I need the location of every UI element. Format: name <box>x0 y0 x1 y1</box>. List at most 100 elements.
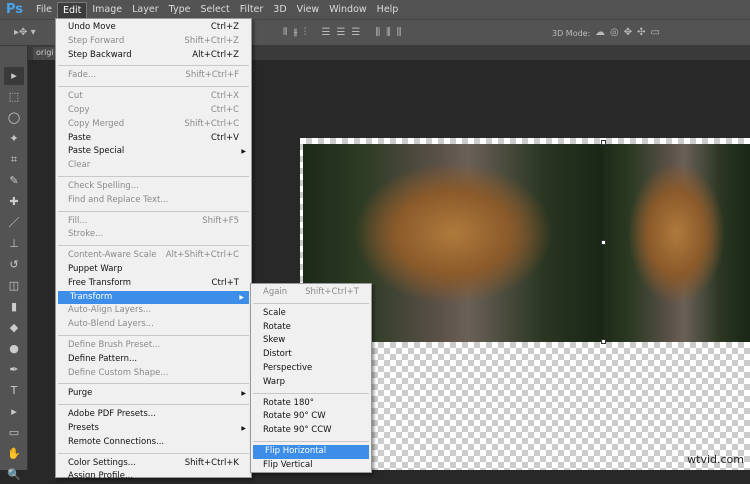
menu-item-puppet-warp[interactable]: Puppet Warp <box>56 263 251 277</box>
image-layer-duplicate[interactable] <box>603 144 750 342</box>
menu-item-adobe-pdf-presets[interactable]: Adobe PDF Presets... <box>56 408 251 422</box>
menu-item-label: Free Transform <box>68 277 132 288</box>
transform-handle[interactable] <box>601 140 606 145</box>
eyedropper-tool-icon[interactable]: ✎ <box>4 172 24 190</box>
menu-item-paste-special[interactable]: Paste Special ▶ <box>56 145 251 159</box>
menu-item-label: Assign Profile... <box>68 471 134 482</box>
menu-item-define-brush-preset: Define Brush Preset... <box>56 339 251 353</box>
menu-item-label: Flip Vertical <box>263 459 313 470</box>
menu-item-label: Rotate 90° CW <box>263 411 326 422</box>
menu-item-label: Rotate 90° CCW <box>263 425 332 436</box>
menu-view[interactable]: View <box>292 2 325 18</box>
menu-item-presets[interactable]: Presets ▶ <box>56 422 251 436</box>
magic-wand-tool-icon[interactable]: ✦ <box>4 130 24 148</box>
menu-filter[interactable]: Filter <box>235 2 269 18</box>
menu-item-label: Check Spelling... <box>68 180 139 191</box>
menu-item-cut: Cut Ctrl+X <box>56 90 251 104</box>
3d-mode-icons[interactable]: ☁◎✥✣▭ <box>595 27 665 38</box>
menu-item-label: Paste Special <box>68 146 125 157</box>
dodge-tool-icon[interactable]: ● <box>4 340 24 358</box>
menu-separator <box>253 302 369 304</box>
menu-item-perspective[interactable]: Perspective <box>251 362 371 376</box>
menu-window[interactable]: Window <box>324 2 371 18</box>
menu-item-paste[interactable]: Paste Ctrl+V <box>56 132 251 146</box>
menu-item-rotate[interactable]: Rotate <box>251 321 371 335</box>
menu-item-label: Step Backward <box>68 49 132 60</box>
menu-item-distort[interactable]: Distort <box>251 348 371 362</box>
menu-layer[interactable]: Layer <box>127 2 164 18</box>
healing-brush-tool-icon[interactable]: ✚ <box>4 193 24 211</box>
menu-item-again: Again Shift+Ctrl+T <box>251 286 371 300</box>
menu-separator <box>58 334 249 336</box>
menu-image[interactable]: Image <box>87 2 127 18</box>
menu-item-label: Rotate 180° <box>263 397 315 408</box>
move-tool-icon[interactable]: ▸ <box>4 67 24 85</box>
menu-item-label: Scale <box>263 307 286 318</box>
menu-item-label: Define Brush Preset... <box>68 339 161 350</box>
menu-item-find-and-replace-text: Find and Replace Text... <box>56 194 251 208</box>
menu-item-flip-vertical[interactable]: Flip Vertical <box>251 459 371 473</box>
menu-item-color-settings[interactable]: Color Settings... Shift+Ctrl+K <box>56 457 251 471</box>
clone-stamp-tool-icon[interactable]: ⊥ <box>4 235 24 253</box>
menu-item-clear: Clear <box>56 159 251 173</box>
menu-item-label: Content-Aware Scale <box>68 250 157 261</box>
marquee-tool-icon[interactable]: ⬚ <box>4 88 24 106</box>
menu-item-shortcut: Ctrl+V <box>210 132 239 143</box>
menu-item-undo-move[interactable]: Undo Move Ctrl+Z <box>56 21 251 35</box>
pen-tool-icon[interactable]: ✒ <box>4 361 24 379</box>
blur-tool-icon[interactable]: ◆ <box>4 319 24 337</box>
menu-item-purge[interactable]: Purge ▶ <box>56 387 251 401</box>
menu-item-label: Define Pattern... <box>68 353 138 364</box>
history-brush-tool-icon[interactable]: ↺ <box>4 256 24 274</box>
menu-item-label: Perspective <box>263 362 313 373</box>
lasso-tool-icon[interactable]: ◯ <box>4 109 24 127</box>
photoshop-logo: Ps <box>6 2 24 17</box>
menu-item-step-backward[interactable]: Step Backward Alt+Ctrl+Z <box>56 49 251 63</box>
menu-item-label: Paste <box>68 132 91 143</box>
type-tool-icon[interactable]: T <box>4 382 24 400</box>
menu-item-assign-profile[interactable]: Assign Profile... <box>56 470 251 484</box>
menu-item-scale[interactable]: Scale <box>251 307 371 321</box>
menu-item-warp[interactable]: Warp <box>251 376 371 390</box>
menu-3d[interactable]: 3D <box>268 2 291 18</box>
menu-item-label: Puppet Warp <box>68 263 123 274</box>
zoom-tool-icon[interactable]: 🔍 <box>4 466 24 484</box>
menu-item-rotate-90-ccw[interactable]: Rotate 90° CCW <box>251 424 371 438</box>
menu-item-remote-connections[interactable]: Remote Connections... <box>56 436 251 450</box>
menu-item-transform[interactable]: Transform ▶ <box>58 290 249 305</box>
menu-item-shortcut: Shift+F5 <box>202 215 239 226</box>
shape-tool-icon[interactable]: ▭ <box>4 424 24 442</box>
menu-item-rotate-180[interactable]: Rotate 180° <box>251 397 371 411</box>
crop-tool-icon[interactable]: ⌗ <box>4 151 24 169</box>
brush-tool-icon[interactable]: ／ <box>4 214 24 232</box>
menu-item-rotate-90-cw[interactable]: Rotate 90° CW <box>251 410 371 424</box>
menu-item-label: Transform <box>70 291 113 302</box>
tools-panel: ▸ ⬚ ◯ ✦ ⌗ ✎ ✚ ／ ⊥ ↺ ◫ ▮ ◆ ● ✒ T ▸ ▭ ✋ 🔍 <box>0 46 28 481</box>
menu-separator <box>58 452 249 454</box>
menu-file[interactable]: File <box>31 2 57 18</box>
menu-item-shortcut: Ctrl+C <box>210 104 239 115</box>
eraser-tool-icon[interactable]: ◫ <box>4 277 24 295</box>
path-selection-tool-icon[interactable]: ▸ <box>4 403 24 421</box>
menu-item-label: Presets <box>68 422 99 433</box>
hand-tool-icon[interactable]: ✋ <box>4 445 24 463</box>
menu-item-label: Find and Replace Text... <box>68 194 169 205</box>
gradient-tool-icon[interactable]: ▮ <box>4 298 24 316</box>
menu-item-define-pattern[interactable]: Define Pattern... <box>56 353 251 367</box>
menu-help[interactable]: Help <box>372 2 404 18</box>
menu-type[interactable]: Type <box>164 2 196 18</box>
menu-separator <box>58 86 249 88</box>
menu-item-free-transform[interactable]: Free Transform Ctrl+T <box>56 277 251 291</box>
menu-select[interactable]: Select <box>195 2 234 18</box>
menu-item-skew[interactable]: Skew <box>251 334 371 348</box>
menu-item-label: Fill... <box>68 215 88 226</box>
transform-handle[interactable] <box>601 240 606 245</box>
menu-item-flip-horizontal[interactable]: Flip Horizontal <box>253 444 369 459</box>
menu-item-label: Again <box>263 287 288 297</box>
align-icons[interactable]: ⫴⫵⫶ ☰☰☰ ⫼⫼⫼ <box>283 27 407 38</box>
menu-edit[interactable]: Edit <box>56 1 88 18</box>
menu-item-label: Fade... <box>68 70 97 81</box>
move-tool-icon[interactable]: ▸✥ ▾ <box>14 27 36 38</box>
transform-handle[interactable] <box>601 339 606 344</box>
menu-item-label: Auto-Blend Layers... <box>68 319 154 330</box>
